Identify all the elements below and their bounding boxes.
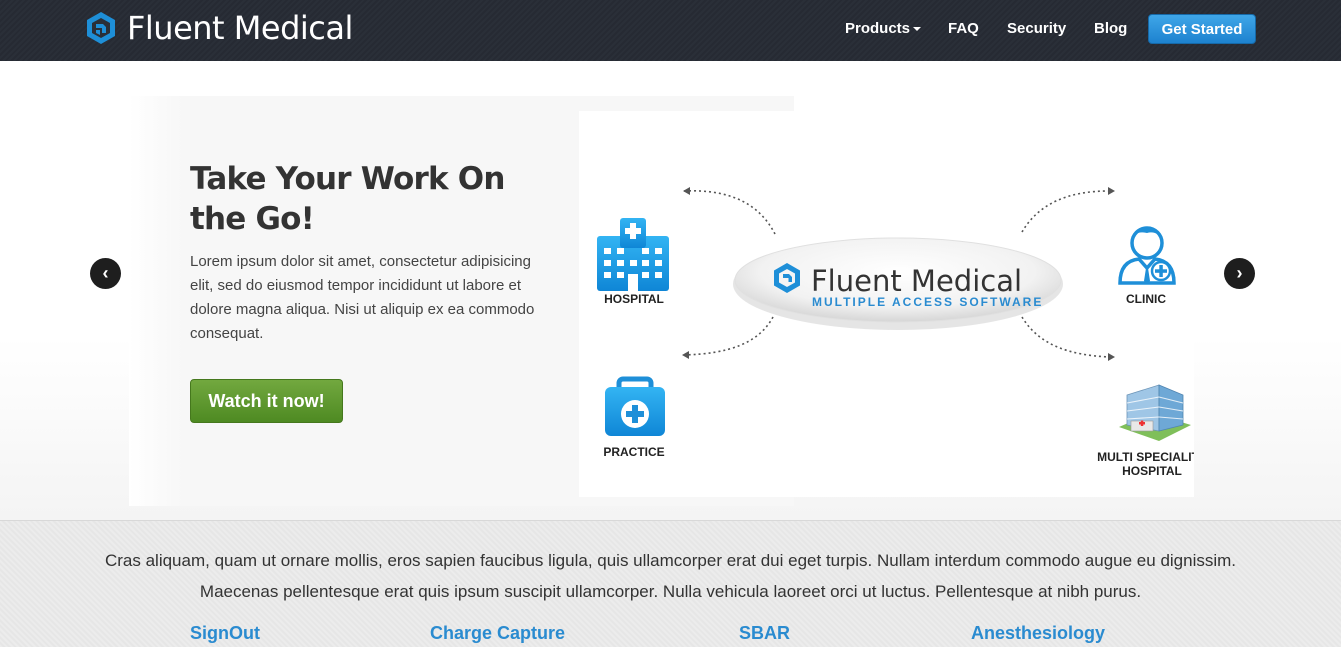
- multi-speciality-label-line2: HOSPITAL: [1122, 464, 1182, 478]
- nav-security[interactable]: Security: [1007, 20, 1066, 37]
- nav-products[interactable]: Products: [845, 20, 922, 37]
- multi-speciality-label-line1: MULTI SPECIALITY: [1097, 450, 1194, 464]
- fluent-logo-icon: [87, 12, 115, 44]
- top-navbar: Fluent Medical Products FAQ Security Blo…: [0, 0, 1341, 61]
- hero-carousel: Take Your Work On the Go! Lorem ipsum do…: [0, 61, 1341, 521]
- hospital-label: HOSPITAL: [604, 292, 664, 306]
- hospital-icon: [597, 218, 669, 291]
- chevron-left-icon: ‹: [102, 263, 109, 283]
- hero-title: Take Your Work On the Go!: [190, 161, 505, 237]
- doctor-icon: [1118, 226, 1176, 285]
- watch-it-now-button[interactable]: Watch it now!: [190, 379, 343, 423]
- feature-link-signout[interactable]: SignOut: [190, 623, 260, 644]
- nav-faq[interactable]: FAQ: [948, 20, 979, 37]
- brand-name: Fluent Medical: [127, 9, 353, 47]
- nav-blog[interactable]: Blog: [1094, 20, 1127, 37]
- access-diagram: Fluent Medical MULTIPLE ACCESS SOFTWARE …: [597, 187, 1194, 478]
- brand-link[interactable]: Fluent Medical: [85, 9, 353, 47]
- chevron-right-icon: ›: [1236, 263, 1243, 283]
- feature-link-anesthesiology[interactable]: Anesthesiology: [971, 623, 1105, 644]
- practice-label: PRACTICE: [603, 445, 664, 459]
- features-band: Cras aliquam, quam ut ornare mollis, ero…: [0, 521, 1341, 647]
- arrow-to-practice: [682, 351, 689, 359]
- feature-link-sbar[interactable]: SBAR: [739, 623, 790, 644]
- feature-link-charge-capture[interactable]: Charge Capture: [430, 623, 565, 644]
- multi-speciality-hospital-icon: [1119, 384, 1191, 441]
- get-started-button[interactable]: Get Started: [1148, 14, 1256, 44]
- chevron-down-icon: [913, 27, 922, 32]
- hero-description: Lorem ipsum dolor sit amet, consectetur …: [190, 253, 535, 342]
- nav-products-label: Products: [845, 20, 911, 37]
- features-intro-text: Cras aliquam, quam ut ornare mollis, ero…: [0, 545, 1341, 607]
- arrow-to-hospital: [683, 187, 690, 195]
- carousel-prev-button[interactable]: ‹: [90, 258, 121, 289]
- medical-kit-icon: [605, 376, 665, 436]
- carousel-next-button[interactable]: ›: [1224, 258, 1255, 289]
- arrow-to-multi: [1108, 353, 1115, 361]
- center-subtitle: MULTIPLE ACCESS SOFTWARE: [812, 295, 1043, 309]
- features-intro-copy: Cras aliquam, quam ut ornare mollis, ero…: [104, 551, 1237, 601]
- arrow-to-clinic: [1108, 187, 1115, 195]
- clinic-label: CLINIC: [1126, 292, 1166, 306]
- center-title: Fluent Medical: [811, 264, 1022, 298]
